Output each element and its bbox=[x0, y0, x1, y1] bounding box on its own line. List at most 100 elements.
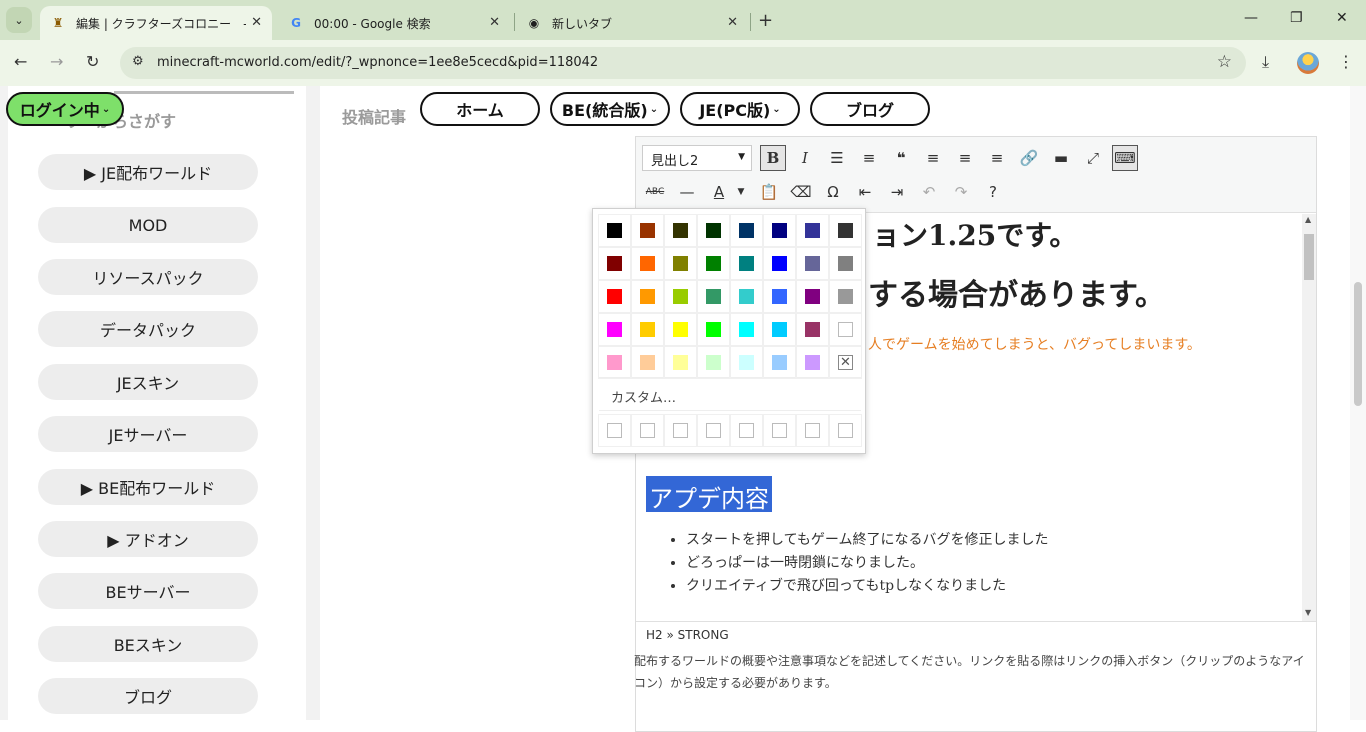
editor-scrollbar[interactable]: ▲ ▼ bbox=[1302, 214, 1316, 621]
color-swatch[interactable] bbox=[796, 247, 829, 280]
horizontal-line-icon[interactable]: — bbox=[674, 179, 700, 205]
strikethrough-icon[interactable]: ABC bbox=[642, 179, 668, 205]
site-info-icon[interactable]: ⚙ bbox=[132, 54, 144, 69]
menu-kebab-icon[interactable]: ⋮ bbox=[1338, 52, 1354, 71]
color-swatch[interactable] bbox=[730, 280, 763, 313]
color-swatch[interactable] bbox=[664, 247, 697, 280]
sidebar-item-be-server[interactable]: BEサーバー bbox=[38, 573, 258, 609]
nav-home-button[interactable]: ホーム bbox=[420, 92, 540, 126]
scroll-up-icon[interactable]: ▲ bbox=[1305, 215, 1311, 224]
sidebar-item-je-server[interactable]: JEサーバー bbox=[38, 416, 258, 452]
color-swatch[interactable] bbox=[730, 214, 763, 247]
align-left-icon[interactable]: ≡ bbox=[920, 145, 946, 171]
color-swatch[interactable] bbox=[631, 247, 664, 280]
close-tab-icon[interactable]: ✕ bbox=[727, 15, 738, 30]
color-swatch[interactable] bbox=[598, 247, 631, 280]
sidebar-item-be-skin[interactable]: BEスキン bbox=[38, 626, 258, 662]
color-swatch[interactable] bbox=[730, 247, 763, 280]
custom-color-slot[interactable] bbox=[664, 414, 697, 447]
color-swatch[interactable] bbox=[664, 214, 697, 247]
scroll-down-icon[interactable]: ▼ bbox=[1305, 608, 1311, 617]
custom-color-button[interactable]: カスタム… bbox=[599, 377, 861, 411]
color-swatch[interactable] bbox=[598, 214, 631, 247]
sidebar-item-resource-pack[interactable]: リソースパック bbox=[38, 259, 258, 295]
color-swatch[interactable] bbox=[631, 280, 664, 313]
sidebar-item-blog[interactable]: ブログ bbox=[38, 678, 258, 714]
color-swatch[interactable] bbox=[631, 313, 664, 346]
color-swatch[interactable] bbox=[763, 247, 796, 280]
forward-icon[interactable]: → bbox=[50, 52, 63, 71]
custom-color-slot[interactable] bbox=[697, 414, 730, 447]
color-swatch[interactable] bbox=[697, 280, 730, 313]
bold-icon[interactable]: B bbox=[760, 145, 786, 171]
numbered-list-icon[interactable]: ≡ bbox=[856, 145, 882, 171]
special-character-icon[interactable]: Ω bbox=[820, 179, 846, 205]
close-tab-icon[interactable]: ✕ bbox=[489, 15, 500, 30]
address-bar[interactable]: ⚙ minecraft-mcworld.com/edit/?_wpnonce=1… bbox=[120, 47, 1246, 79]
redo-icon[interactable]: ↷ bbox=[948, 179, 974, 205]
sidebar-item-addon[interactable]: ▶ アドオン bbox=[38, 521, 258, 557]
format-select[interactable]: 見出し2 ▼ bbox=[642, 145, 752, 171]
clear-formatting-icon[interactable]: ⌫ bbox=[788, 179, 814, 205]
color-swatch[interactable] bbox=[631, 346, 664, 379]
color-swatch[interactable] bbox=[598, 313, 631, 346]
help-icon[interactable]: ? bbox=[980, 179, 1006, 205]
tab-google-search[interactable]: G 00:00 - Google 検索 ✕ bbox=[278, 6, 510, 40]
sidebar-item-be-world[interactable]: ▶ BE配布ワールド bbox=[38, 469, 258, 505]
indent-icon[interactable]: ⇥ bbox=[884, 179, 910, 205]
nav-blog-button[interactable]: ブログ bbox=[810, 92, 930, 126]
outdent-icon[interactable]: ⇤ bbox=[852, 179, 878, 205]
color-swatch[interactable] bbox=[664, 346, 697, 379]
login-status-button[interactable]: ログイン中 ⌄ bbox=[6, 92, 124, 126]
color-swatch[interactable] bbox=[763, 280, 796, 313]
color-swatch[interactable] bbox=[598, 280, 631, 313]
undo-icon[interactable]: ↶ bbox=[916, 179, 942, 205]
italic-icon[interactable]: I bbox=[792, 145, 818, 171]
color-swatch[interactable] bbox=[763, 346, 796, 379]
no-color-swatch[interactable]: ✕ bbox=[829, 346, 862, 379]
color-swatch[interactable] bbox=[664, 280, 697, 313]
custom-color-slot[interactable] bbox=[730, 414, 763, 447]
sidebar-item-je-skin[interactable]: JEスキン bbox=[38, 364, 258, 400]
page-scrollbar[interactable] bbox=[1350, 86, 1366, 720]
page-scrollbar-thumb[interactable] bbox=[1354, 282, 1362, 406]
color-swatch[interactable] bbox=[763, 313, 796, 346]
color-swatch[interactable] bbox=[796, 346, 829, 379]
sidebar-item-je-world[interactable]: ▶ JE配布ワールド bbox=[38, 154, 258, 190]
color-swatch[interactable] bbox=[697, 247, 730, 280]
tab-new-tab[interactable]: ◉ 新しいタブ ✕ bbox=[516, 6, 748, 40]
fullscreen-icon[interactable]: ⤢ bbox=[1080, 145, 1106, 171]
align-right-icon[interactable]: ≡ bbox=[984, 145, 1010, 171]
nav-je-button[interactable]: JE(PC版) ⌄ bbox=[680, 92, 800, 126]
color-swatch[interactable] bbox=[697, 214, 730, 247]
link-icon[interactable]: 🔗 bbox=[1016, 145, 1042, 171]
back-icon[interactable]: ← bbox=[14, 52, 27, 71]
reload-icon[interactable]: ↻ bbox=[86, 52, 99, 71]
color-swatch[interactable] bbox=[598, 346, 631, 379]
editor-scrollbar-thumb[interactable] bbox=[1304, 234, 1314, 280]
sidebar-item-data-pack[interactable]: データパック bbox=[38, 311, 258, 347]
toolbar-toggle-icon[interactable]: ⌨ bbox=[1112, 145, 1138, 171]
custom-color-slot[interactable] bbox=[763, 414, 796, 447]
bullet-list-icon[interactable]: ☰ bbox=[824, 145, 850, 171]
bookmark-star-icon[interactable]: ☆ bbox=[1217, 52, 1232, 72]
custom-color-slot[interactable] bbox=[598, 414, 631, 447]
color-swatch[interactable] bbox=[796, 313, 829, 346]
maximize-button[interactable]: ❐ bbox=[1290, 10, 1303, 26]
color-swatch[interactable] bbox=[664, 313, 697, 346]
profile-avatar[interactable] bbox=[1297, 52, 1319, 74]
close-window-button[interactable]: ✕ bbox=[1336, 10, 1348, 26]
blockquote-icon[interactable]: ❝ bbox=[888, 145, 914, 171]
color-swatch[interactable] bbox=[829, 280, 862, 313]
color-swatch[interactable] bbox=[730, 313, 763, 346]
color-swatch[interactable] bbox=[829, 247, 862, 280]
download-icon[interactable]: ⤓ bbox=[1262, 52, 1269, 72]
color-swatch[interactable] bbox=[763, 214, 796, 247]
color-swatch[interactable] bbox=[829, 313, 862, 346]
nav-be-button[interactable]: BE(統合版) ⌄ bbox=[550, 92, 670, 126]
sidebar-item-mod[interactable]: MOD bbox=[38, 207, 258, 243]
color-swatch[interactable] bbox=[730, 346, 763, 379]
close-tab-icon[interactable]: ✕ bbox=[251, 15, 262, 30]
align-center-icon[interactable]: ≡ bbox=[952, 145, 978, 171]
minimize-button[interactable]: — bbox=[1244, 10, 1258, 26]
